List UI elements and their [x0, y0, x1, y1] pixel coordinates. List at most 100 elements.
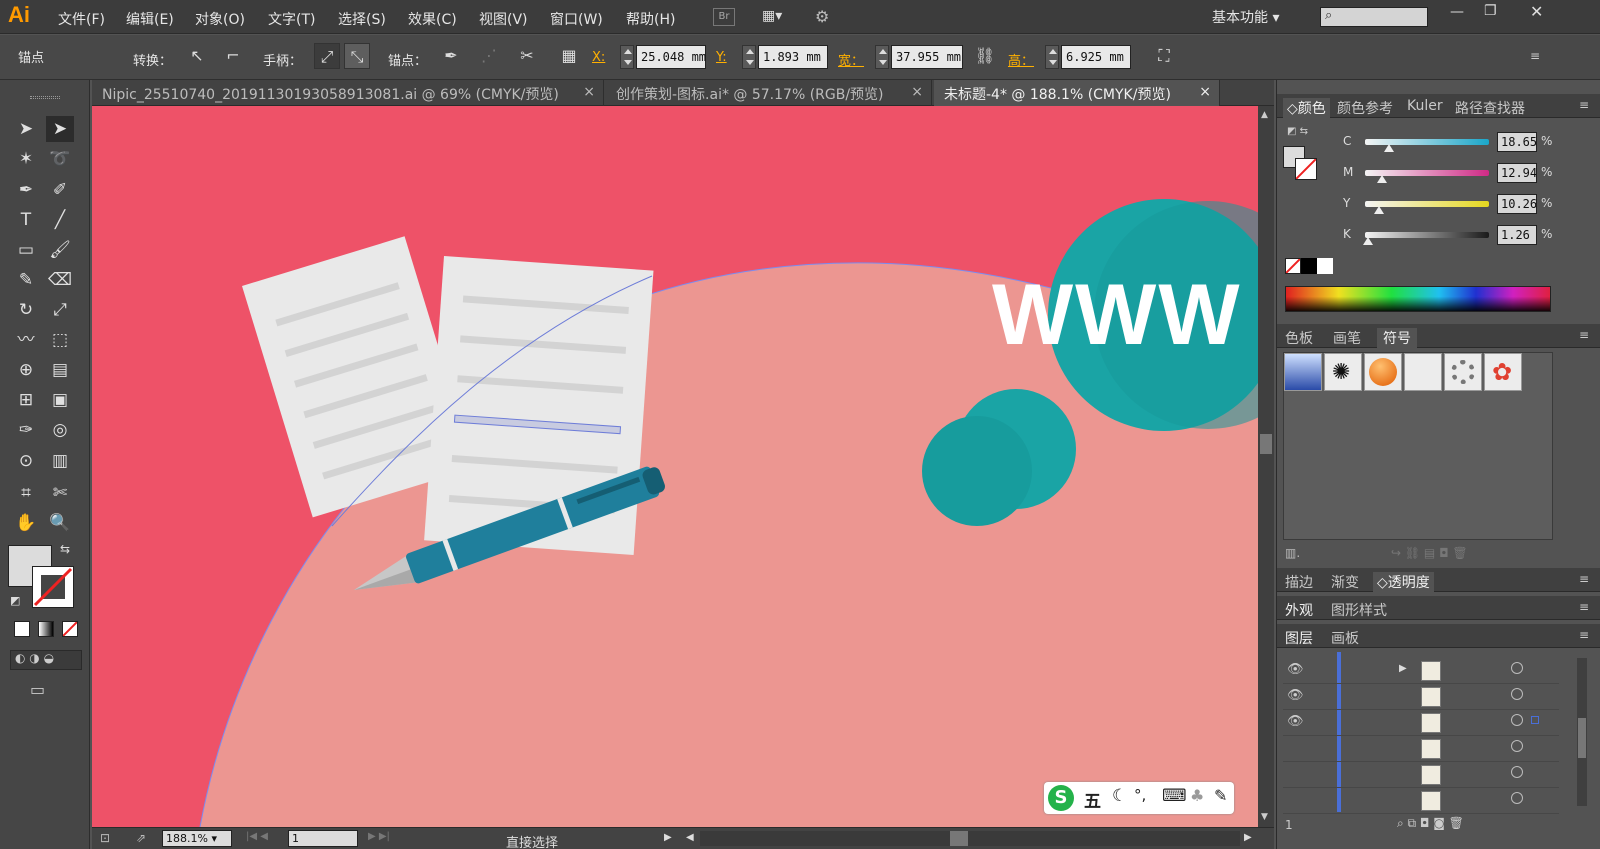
symbol-ring[interactable] [1444, 353, 1482, 391]
layer-row[interactable]: 👁 [1283, 684, 1559, 710]
workspace-switcher[interactable]: 基本功能 ▾ [1212, 7, 1279, 27]
tab-icon-planning[interactable]: 创作策划-图标.ai* @ 57.17% (RGB/预览) × [606, 80, 932, 106]
tab-brushes[interactable]: 画笔 [1333, 328, 1361, 348]
share-icon[interactable]: ⇗ [136, 831, 146, 845]
toolbox-grip[interactable] [30, 96, 60, 99]
symbol-ink-splat[interactable]: ✺ [1324, 353, 1362, 391]
target-circle-icon[interactable] [1511, 766, 1523, 778]
layer-row[interactable]: 👁 ▶ [1283, 658, 1559, 684]
artboard-tool-icon[interactable]: ⌗ [12, 480, 40, 506]
y-stepper[interactable] [742, 45, 756, 69]
tab-untitled-4[interactable]: 未标题-4* @ 188.1% (CMYK/预览) × [934, 80, 1220, 106]
rectangle-tool-icon[interactable]: ▭ [12, 237, 40, 263]
menu-window[interactable]: 窗口(W) [550, 9, 603, 29]
swap-fill-stroke-icon[interactable]: ⇆ [60, 542, 70, 556]
tab-color-guide[interactable]: 颜色参考 [1337, 98, 1393, 118]
symbol-orange-button[interactable] [1364, 353, 1402, 391]
target-circle-icon[interactable] [1511, 714, 1523, 726]
gpu-performance-icon[interactable]: ⚙ [815, 7, 841, 27]
convert-to-corner-icon[interactable]: ↖ [184, 43, 210, 69]
panel-menu-icon[interactable]: ≡ [1579, 600, 1589, 614]
menu-object[interactable]: 对象(O) [195, 9, 245, 29]
www-text[interactable]: WWW [992, 266, 1242, 365]
none-mode-icon[interactable] [62, 621, 78, 637]
color-fill-stroke-proxy[interactable]: ◩ ⇆ [1283, 126, 1323, 186]
perspective-grid-tool-icon[interactable]: ▤ [46, 357, 74, 383]
menu-select[interactable]: 选择(S) [338, 9, 386, 29]
direct-selection-tool-icon[interactable]: ➤ [46, 116, 74, 142]
layer-row[interactable]: 👁 [1283, 710, 1559, 736]
tab-transparency[interactable]: ◇透明度 [1373, 572, 1434, 592]
vertical-scrollbar[interactable]: ▲ ▼ [1258, 106, 1274, 827]
tab-appearance[interactable]: 外观 [1285, 600, 1313, 620]
ime-mode-label[interactable]: 五 [1084, 787, 1101, 812]
convert-to-smooth-icon[interactable]: ⌐ [220, 43, 246, 69]
screen-mode-icon[interactable]: ▭ [30, 680, 45, 699]
menu-type[interactable]: 文字(T) [268, 9, 315, 29]
none-swatch[interactable] [1285, 258, 1301, 274]
eraser-tool-icon[interactable]: ⌫ [46, 267, 74, 293]
menu-help[interactable]: 帮助(H) [626, 9, 675, 29]
selection-tool-icon[interactable]: ➤ [12, 116, 40, 142]
help-search-input[interactable]: ⌕ [1320, 7, 1428, 27]
reference-point-icon[interactable]: ▦ [556, 43, 582, 69]
show-handles-icon[interactable]: ⤢ [314, 43, 340, 69]
channel-value-field[interactable]: 18.65 [1497, 132, 1537, 152]
free-transform-tool-icon[interactable]: ⬚ [46, 327, 74, 353]
magic-wand-tool-icon[interactable]: ✶ [12, 146, 40, 172]
default-fill-stroke-icon[interactable]: ◩ [10, 594, 20, 607]
visibility-eye-icon[interactable]: 👁 [1287, 662, 1304, 677]
paintbrush-tool-icon[interactable]: 🖌 [46, 237, 74, 263]
scroll-down-icon[interactable]: ▼ [1261, 812, 1268, 822]
y-field[interactable]: 1.893 mm [758, 45, 828, 69]
color-swap-icon[interactable]: ◩ ⇆ [1287, 126, 1308, 137]
tab-swatches[interactable]: 色板 [1285, 328, 1313, 348]
panel-menu-icon[interactable]: ≡ [1579, 572, 1589, 586]
next-artboard-icon[interactable]: ▶ ▶| [368, 831, 390, 842]
visibility-eye-icon[interactable]: 👁 [1287, 688, 1304, 703]
channel-value-field[interactable]: 1.26 [1497, 225, 1537, 245]
eyedropper-tool-icon[interactable]: ✑ [12, 417, 40, 443]
zoom-select[interactable]: 188.1% ▾ [162, 830, 232, 847]
color-stroke-proxy[interactable] [1295, 158, 1317, 180]
keyboard-icon[interactable]: ⌨ [1162, 786, 1187, 806]
slider-thumb-icon[interactable] [1377, 175, 1388, 183]
target-circle-icon[interactable] [1511, 792, 1523, 804]
constrain-proportions-icon[interactable]: ⛓ [972, 43, 998, 69]
tab-gradient[interactable]: 渐变 [1331, 572, 1359, 592]
slider-thumb-icon[interactable] [1384, 144, 1395, 152]
scroll-thumb[interactable] [1260, 434, 1272, 454]
mesh-tool-icon[interactable]: ⊞ [12, 387, 40, 413]
restore-button[interactable]: ❐ [1484, 3, 1497, 19]
tab-artboards[interactable]: 画板 [1331, 628, 1359, 648]
gradient-mode-icon[interactable] [38, 621, 54, 637]
height-field[interactable]: 6.925 mm [1061, 45, 1131, 69]
artboard-select[interactable]: 1 [288, 830, 358, 847]
width-stepper[interactable] [875, 45, 889, 69]
scroll-right-icon[interactable]: ▶ [1244, 832, 1252, 843]
layer-row[interactable] [1283, 736, 1559, 762]
tab-stroke[interactable]: 描边 [1285, 572, 1313, 592]
lasso-tool-icon[interactable]: ➰ [46, 146, 74, 172]
white-swatch[interactable] [1317, 258, 1333, 274]
first-artboard-icon[interactable]: |◀ ◀ [246, 831, 268, 842]
layers-action-icons[interactable]: ⌕ ⧉ ◘ ◙ 🗑 [1397, 816, 1464, 831]
black-swatch[interactable] [1301, 258, 1317, 274]
target-circle-icon[interactable] [1511, 740, 1523, 752]
moon-icon[interactable]: ☾ [1112, 786, 1127, 806]
panel-menu-icon[interactable]: ≡ [1579, 628, 1589, 642]
artboard-nav-icon[interactable]: ⊡ [100, 831, 110, 845]
connect-anchor-icon[interactable]: ⋰ [476, 43, 502, 69]
tab-kuler[interactable]: Kuler [1407, 98, 1443, 114]
close-tab-icon[interactable]: × [583, 84, 595, 100]
hand-tool-icon[interactable]: ✋ [12, 510, 40, 536]
layer-row[interactable] [1283, 762, 1559, 788]
symbol-action-icons[interactable]: ↪ ⛓ ▤ ◘ 🗑 [1391, 546, 1468, 560]
x-field[interactable]: 25.048 mm [636, 45, 706, 69]
color-mode-icon[interactable] [14, 621, 30, 637]
remove-anchor-icon[interactable]: ✒ [438, 43, 464, 69]
bridge-button[interactable]: Br [713, 8, 735, 26]
artboard-canvas[interactable]: WWW S 五 ☾ °, ⌨ ♣ ✎ [92, 106, 1258, 827]
menu-view[interactable]: 视图(V) [479, 9, 528, 29]
menu-edit[interactable]: 编辑(E) [126, 9, 174, 29]
